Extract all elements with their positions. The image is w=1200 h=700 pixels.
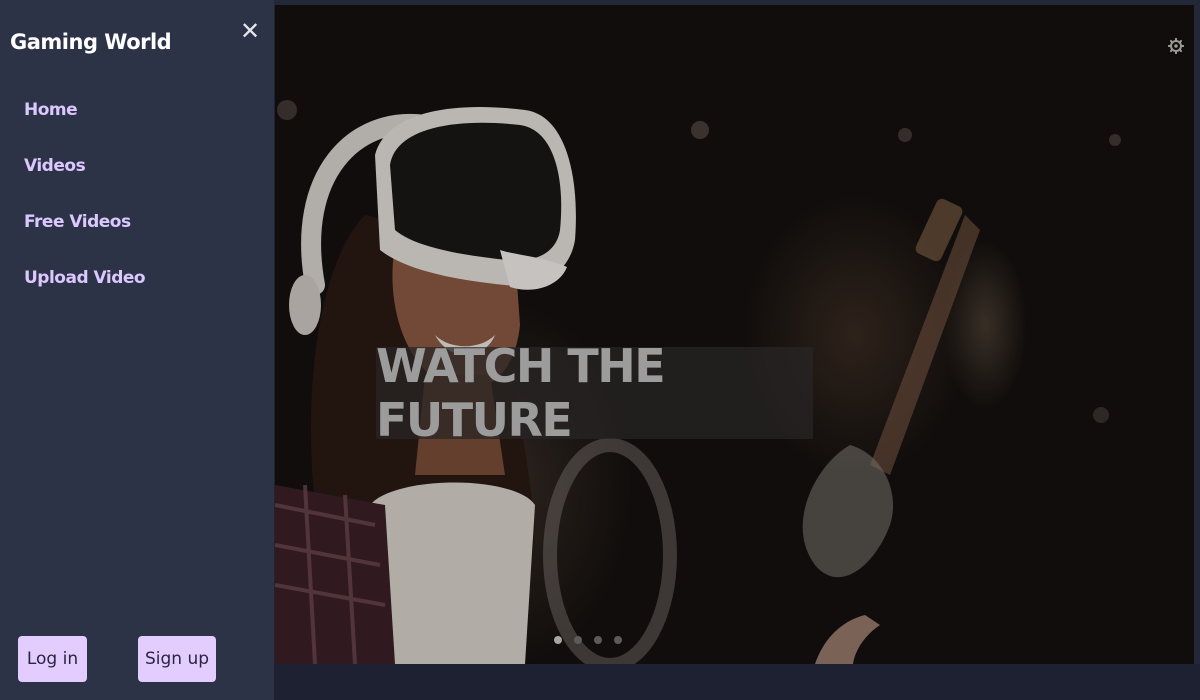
bottom-bar xyxy=(274,664,1200,700)
carousel-indicators xyxy=(554,636,622,644)
carousel-dot-2[interactable] xyxy=(574,636,582,644)
sidebar-item-home[interactable]: Home xyxy=(24,96,145,152)
signup-button[interactable]: Sign up xyxy=(138,636,216,682)
brand-title: Gaming World xyxy=(10,30,172,54)
sidebar-item-upload-video[interactable]: Upload Video xyxy=(24,264,146,320)
login-button[interactable]: Log in xyxy=(18,636,87,682)
sidebar-item-videos[interactable]: Videos xyxy=(24,152,145,208)
hero-carousel: WATCH THE FUTURE xyxy=(275,5,1194,664)
carousel-dot-4[interactable] xyxy=(614,636,622,644)
hero-overlay xyxy=(275,5,1194,664)
sidebar-item-free-videos[interactable]: Free Videos xyxy=(24,208,145,264)
carousel-dot-1[interactable] xyxy=(554,636,562,644)
sidebar: Gaming World ✕ Home Videos Free Videos U… xyxy=(0,0,274,700)
right-strip xyxy=(1194,0,1200,700)
headline-banner: WATCH THE FUTURE xyxy=(376,339,813,447)
close-icon[interactable]: ✕ xyxy=(238,20,262,44)
gear-icon[interactable] xyxy=(1168,38,1184,54)
sidebar-nav: Home Videos Free Videos Upload Video xyxy=(24,96,146,320)
hero-headline: WATCH THE FUTURE xyxy=(376,339,666,447)
carousel-dot-3[interactable] xyxy=(594,636,602,644)
